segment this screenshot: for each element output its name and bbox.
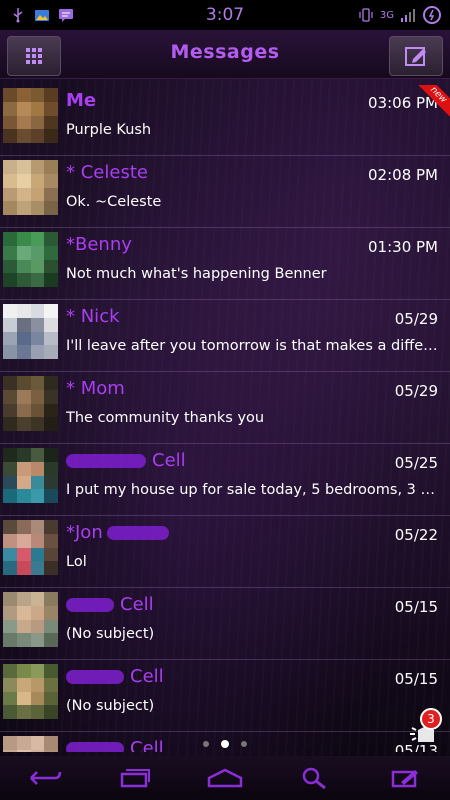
compose-button[interactable] bbox=[389, 36, 443, 76]
message-time: 01:30 PM bbox=[368, 238, 438, 256]
redaction-mark bbox=[66, 670, 124, 684]
page-dot[interactable] bbox=[241, 741, 247, 747]
contact-name: * Mom bbox=[66, 378, 125, 399]
contact-name: *Benny bbox=[66, 234, 132, 255]
status-bar: 3:07 3G bbox=[0, 0, 450, 30]
message-time: 05/25 bbox=[394, 454, 438, 472]
new-ribbon-label: new bbox=[414, 85, 450, 122]
message-snippet: The community thanks you bbox=[66, 410, 265, 426]
contact-name-suffix: Cell bbox=[152, 450, 186, 471]
conversation-row[interactable]: Cell 05/15 (No subject) bbox=[0, 589, 450, 660]
conversation-row[interactable]: * Nick 05/29 I'll leave after you tomorr… bbox=[0, 301, 450, 372]
message-time: 02:08 PM bbox=[368, 166, 438, 184]
page-title: Messages bbox=[170, 41, 280, 63]
conversation-row[interactable]: * Celeste 02:08 PM Ok. ~Celeste bbox=[0, 157, 450, 228]
recent-apps-button[interactable] bbox=[111, 762, 159, 794]
contact-name: Me bbox=[66, 90, 97, 111]
compose-nav-button[interactable] bbox=[381, 762, 429, 794]
avatar bbox=[3, 592, 58, 647]
conversation-list[interactable]: Me 03:06 PM Purple Kush new * Celeste 02… bbox=[0, 85, 450, 752]
avatar bbox=[3, 304, 58, 359]
page-dot-active[interactable] bbox=[221, 740, 229, 748]
message-snippet: I'll leave after you tomorrow is that ma… bbox=[66, 338, 438, 354]
contact-name: Cell bbox=[66, 450, 186, 471]
recent-apps-icon bbox=[120, 769, 150, 788]
avatar bbox=[3, 232, 58, 287]
message-time: 05/29 bbox=[394, 310, 438, 328]
message-snippet: Purple Kush bbox=[66, 122, 152, 138]
action-bar: Messages bbox=[0, 30, 450, 79]
conversation-row[interactable]: Cell 05/15 (No subject) bbox=[0, 661, 450, 732]
avatar bbox=[3, 520, 58, 575]
page-indicator bbox=[0, 740, 450, 748]
redaction-mark bbox=[66, 454, 146, 468]
contact-name: Cell bbox=[66, 594, 154, 615]
signal-icon bbox=[400, 7, 416, 23]
redaction-mark bbox=[106, 526, 169, 540]
search-icon bbox=[302, 767, 326, 790]
conversation-row[interactable]: *Jon 05/22 Lol bbox=[0, 517, 450, 588]
battery-icon bbox=[422, 5, 442, 25]
unread-count-badge: 3 bbox=[420, 708, 442, 730]
network-type: 3G bbox=[379, 9, 394, 21]
avatar bbox=[3, 448, 58, 503]
compose-icon bbox=[391, 770, 418, 788]
contact-name: * Nick bbox=[66, 306, 120, 327]
home-icon bbox=[207, 768, 243, 788]
conversation-row[interactable]: Me 03:06 PM Purple Kush new bbox=[0, 85, 450, 156]
message-snippet: I put my house up for sale today, 5 bedr… bbox=[66, 482, 438, 498]
new-ribbon: new bbox=[414, 85, 450, 123]
contact-name: Cell bbox=[66, 666, 164, 687]
conversation-row[interactable]: *Benny 01:30 PM Not much what's happenin… bbox=[0, 229, 450, 300]
message-time: 05/15 bbox=[394, 598, 438, 616]
page-dot[interactable] bbox=[203, 741, 209, 747]
message-snippet: Ok. ~Celeste bbox=[66, 194, 162, 210]
back-button[interactable] bbox=[21, 762, 69, 794]
message-snippet: Lol bbox=[66, 554, 87, 570]
conversation-row[interactable]: * Mom 05/29 The community thanks you bbox=[0, 373, 450, 444]
message-snippet: (No subject) bbox=[66, 698, 155, 714]
unread-notification-button[interactable]: 3 bbox=[404, 708, 444, 750]
search-button[interactable] bbox=[291, 762, 339, 794]
message-time: 05/15 bbox=[394, 670, 438, 688]
back-icon bbox=[30, 771, 62, 785]
avatar bbox=[3, 88, 58, 143]
conversation-row[interactable]: Cell 05/25 I put my house up for sale to… bbox=[0, 445, 450, 516]
message-time: 05/22 bbox=[394, 526, 438, 544]
message-snippet: (No subject) bbox=[66, 626, 155, 642]
avatar bbox=[3, 376, 58, 431]
avatar bbox=[3, 664, 58, 719]
contact-name-suffix: Cell bbox=[120, 594, 154, 615]
contact-name: * Celeste bbox=[66, 162, 148, 183]
contact-name-suffix: Cell bbox=[130, 666, 164, 687]
contact-name: *Jon bbox=[66, 522, 175, 543]
navigation-bar bbox=[0, 756, 450, 800]
avatar bbox=[3, 160, 58, 215]
redaction-mark bbox=[66, 598, 114, 612]
compose-icon bbox=[405, 47, 426, 66]
home-button[interactable] bbox=[201, 762, 249, 794]
message-time: 05/29 bbox=[394, 382, 438, 400]
message-snippet: Not much what's happening Benner bbox=[66, 266, 327, 282]
contact-name-text: *Jon bbox=[66, 522, 103, 543]
vibrate-icon bbox=[358, 7, 374, 23]
